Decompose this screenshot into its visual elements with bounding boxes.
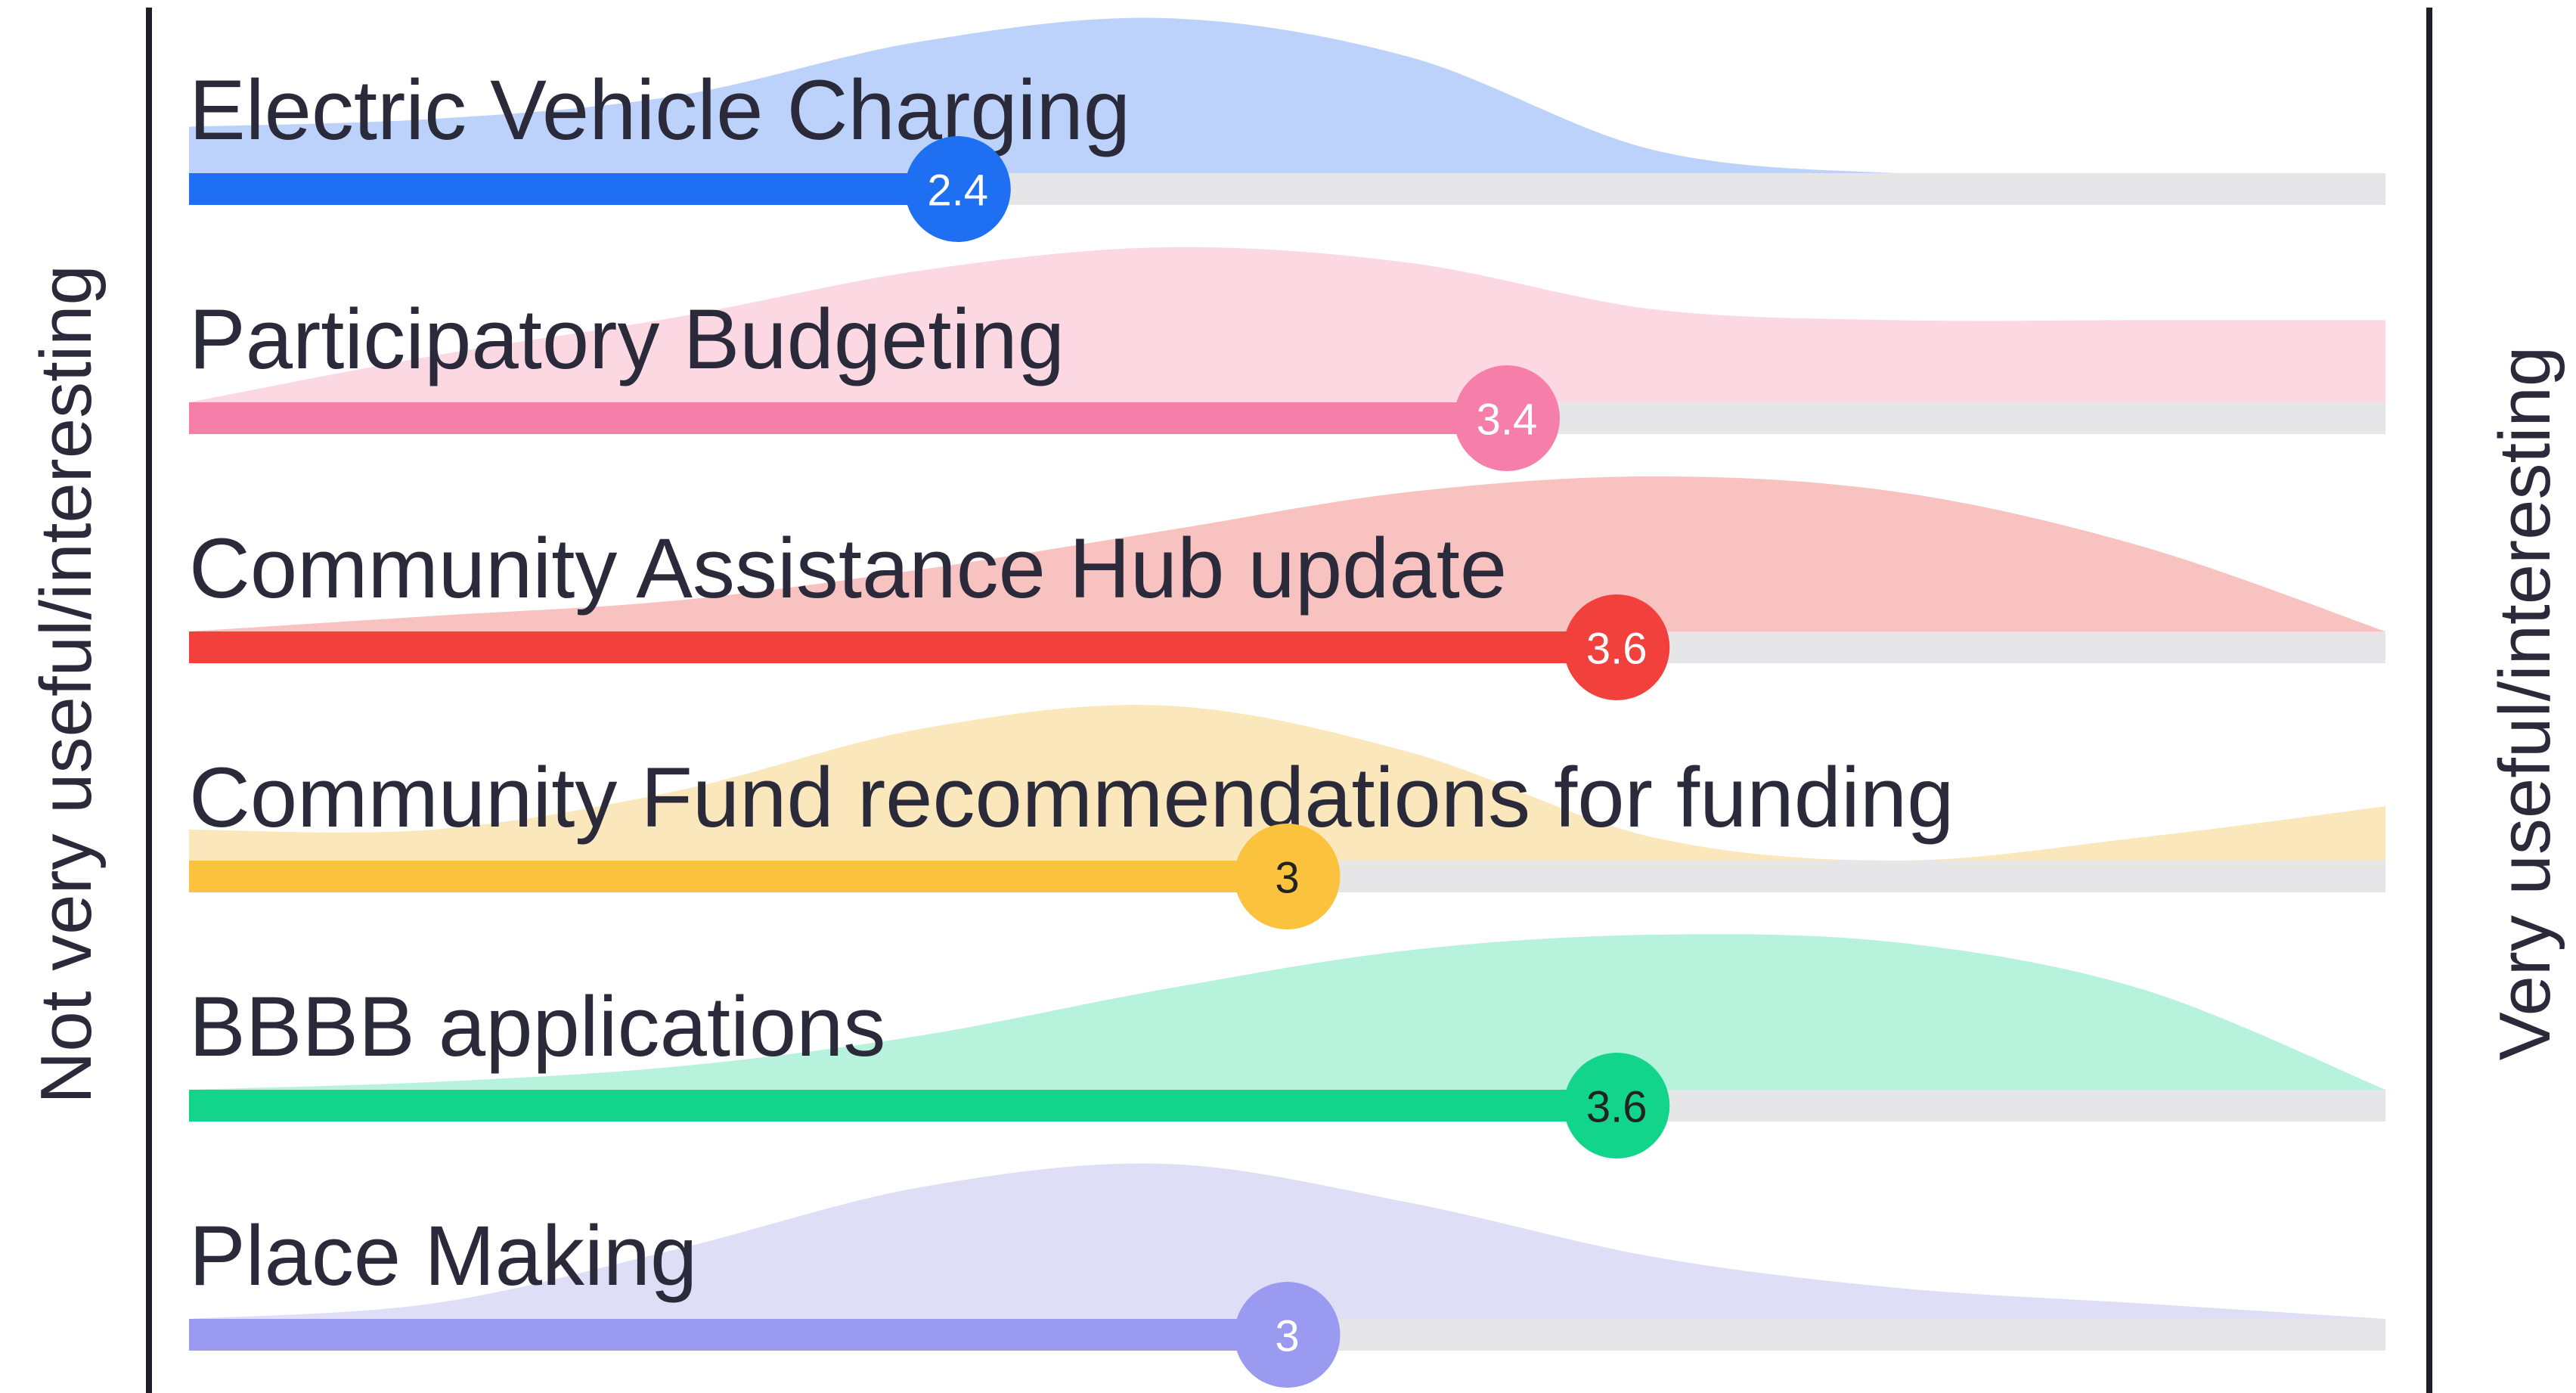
value-bar [189, 1319, 1288, 1351]
value-bar [189, 173, 958, 205]
series-label: BBBB applications [189, 979, 885, 1074]
series-row: BBBB applications 3.6 [189, 934, 2385, 1159]
value-bar [189, 631, 1617, 663]
series-label: Community Assistance Hub update [189, 521, 1507, 616]
series-row: Participatory Budgeting 3.4 [189, 247, 2385, 471]
chart: Not very useful/interesting Very useful/… [26, 8, 2565, 1393]
value-bar [189, 861, 1288, 892]
value-bar [189, 1090, 1617, 1122]
series-label: Electric Vehicle Charging [189, 63, 1130, 157]
value-bar [189, 402, 1507, 434]
series-row: Community Fund recommendations for fundi… [189, 705, 2385, 929]
value-label: 3.4 [1477, 396, 1538, 445]
series-row: Electric Vehicle Charging 2.4 [189, 17, 2385, 242]
value-label: 2.4 [927, 166, 988, 216]
left-axis-label: Not very useful/interesting [26, 265, 107, 1104]
value-label: 3 [1275, 854, 1299, 903]
series-label: Community Fund recommendations for fundi… [189, 750, 1954, 845]
series-row: Community Assistance Hub update 3.6 [189, 476, 2385, 700]
rows: Electric Vehicle Charging 2.4 Participator… [189, 17, 2385, 1388]
value-label: 3.6 [1586, 1083, 1648, 1132]
series-label: Place Making [189, 1208, 697, 1303]
value-label: 3.6 [1586, 625, 1648, 674]
series-label: Participatory Budgeting [189, 292, 1065, 386]
series-row: Place Making 3 [189, 1163, 2385, 1388]
right-axis-label: Very useful/interesting [2485, 346, 2565, 1061]
value-label: 3 [1275, 1312, 1299, 1361]
